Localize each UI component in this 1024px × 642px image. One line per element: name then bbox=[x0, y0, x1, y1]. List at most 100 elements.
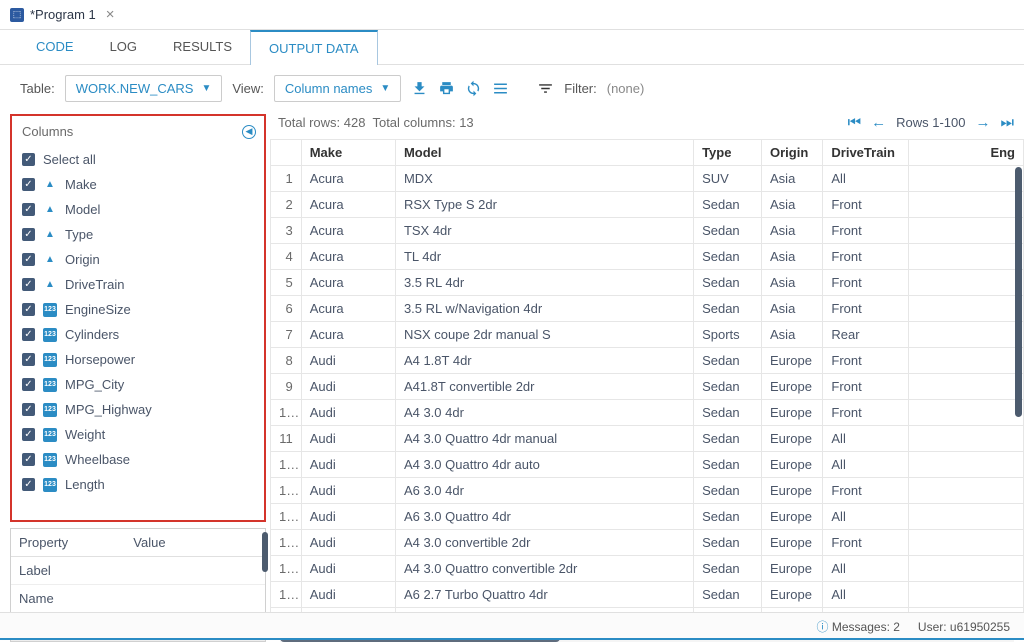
cell-type[interactable]: Sedan bbox=[694, 218, 762, 244]
checkbox[interactable] bbox=[22, 228, 35, 241]
cell-make[interactable]: Audi bbox=[301, 348, 395, 374]
cell-eng[interactable] bbox=[908, 166, 1023, 192]
filter-icon[interactable] bbox=[537, 80, 554, 97]
rownum-header[interactable] bbox=[271, 140, 302, 166]
cell-origin[interactable]: Asia bbox=[762, 270, 823, 296]
cell-eng[interactable] bbox=[908, 504, 1023, 530]
export-icon[interactable] bbox=[411, 80, 428, 97]
property-row[interactable]: Label bbox=[11, 557, 265, 585]
cell-drivetrain[interactable]: Front bbox=[823, 192, 908, 218]
refresh-icon[interactable] bbox=[465, 80, 482, 97]
cell-model[interactable]: 3.5 RL 4dr bbox=[395, 270, 693, 296]
first-page-icon[interactable]: ⏮ bbox=[848, 114, 862, 131]
cell-origin[interactable]: Asia bbox=[762, 296, 823, 322]
cell-type[interactable]: Sedan bbox=[694, 400, 762, 426]
cell-type[interactable]: Sedan bbox=[694, 244, 762, 270]
cell-type[interactable]: Sedan bbox=[694, 556, 762, 582]
column-item[interactable]: 123Weight bbox=[20, 422, 260, 447]
cell-make[interactable]: Audi bbox=[301, 426, 395, 452]
checkbox[interactable] bbox=[22, 403, 35, 416]
cell-eng[interactable] bbox=[908, 556, 1023, 582]
view-select[interactable]: Column names ▼ bbox=[274, 75, 401, 102]
cell-rownum[interactable]: 4 bbox=[271, 244, 302, 270]
checkbox[interactable] bbox=[22, 353, 35, 366]
cell-make[interactable]: Acura bbox=[301, 322, 395, 348]
column-item[interactable]: 123MPG_Highway bbox=[20, 397, 260, 422]
cell-drivetrain[interactable]: All bbox=[823, 426, 908, 452]
tab-code[interactable]: CODE bbox=[18, 30, 92, 64]
cell-origin[interactable]: Europe bbox=[762, 504, 823, 530]
cell-eng[interactable] bbox=[908, 296, 1023, 322]
table-select[interactable]: WORK.NEW_CARS ▼ bbox=[65, 75, 223, 102]
column-item[interactable]: 123Horsepower bbox=[20, 347, 260, 372]
column-item[interactable]: ▲DriveTrain bbox=[20, 272, 260, 297]
cell-origin[interactable]: Europe bbox=[762, 556, 823, 582]
cell-rownum[interactable]: 12 bbox=[271, 452, 302, 478]
checkbox[interactable] bbox=[22, 378, 35, 391]
cell-type[interactable]: Sedan bbox=[694, 296, 762, 322]
cell-rownum[interactable]: 1 bbox=[271, 166, 302, 192]
cell-rownum[interactable]: 15 bbox=[271, 530, 302, 556]
cell-origin[interactable]: Europe bbox=[762, 348, 823, 374]
cell-eng[interactable] bbox=[908, 218, 1023, 244]
cell-model[interactable]: A6 2.7 Turbo Quattro 4dr bbox=[395, 582, 693, 608]
cell-drivetrain[interactable]: Front bbox=[823, 348, 908, 374]
column-item[interactable]: ▲Type bbox=[20, 222, 260, 247]
next-page-icon[interactable]: → bbox=[975, 114, 990, 131]
table-row[interactable]: 2AcuraRSX Type S 2drSedanAsiaFront bbox=[271, 192, 1024, 218]
cell-model[interactable]: 3.5 RL w/Navigation 4dr bbox=[395, 296, 693, 322]
tab-results[interactable]: RESULTS bbox=[155, 30, 250, 64]
cell-type[interactable]: Sedan bbox=[694, 374, 762, 400]
checkbox[interactable] bbox=[22, 178, 35, 191]
cell-origin[interactable]: Europe bbox=[762, 426, 823, 452]
column-item[interactable]: ▲Make bbox=[20, 172, 260, 197]
cell-make[interactable]: Acura bbox=[301, 270, 395, 296]
column-item[interactable]: 123Wheelbase bbox=[20, 447, 260, 472]
cell-drivetrain[interactable]: Front bbox=[823, 400, 908, 426]
cell-type[interactable]: Sedan bbox=[694, 478, 762, 504]
cell-model[interactable]: A4 3.0 4dr bbox=[395, 400, 693, 426]
cell-model[interactable]: MDX bbox=[395, 166, 693, 192]
cell-type[interactable]: Sedan bbox=[694, 192, 762, 218]
col-header-origin[interactable]: Origin bbox=[762, 140, 823, 166]
tab-log[interactable]: LOG bbox=[92, 30, 155, 64]
table-row[interactable]: 7AcuraNSX coupe 2dr manual SSportsAsiaRe… bbox=[271, 322, 1024, 348]
checkbox[interactable] bbox=[22, 203, 35, 216]
cell-type[interactable]: Sedan bbox=[694, 452, 762, 478]
table-row[interactable]: 17AudiA6 2.7 Turbo Quattro 4drSedanEurop… bbox=[271, 582, 1024, 608]
cell-drivetrain[interactable]: Front bbox=[823, 244, 908, 270]
cell-model[interactable]: NSX coupe 2dr manual S bbox=[395, 322, 693, 348]
cell-origin[interactable]: Europe bbox=[762, 478, 823, 504]
cell-type[interactable]: SUV bbox=[694, 166, 762, 192]
collapse-columns-icon[interactable]: ◀ bbox=[242, 125, 256, 139]
cell-model[interactable]: TL 4dr bbox=[395, 244, 693, 270]
table-row[interactable]: 6Acura3.5 RL w/Navigation 4drSedanAsiaFr… bbox=[271, 296, 1024, 322]
cell-eng[interactable] bbox=[908, 478, 1023, 504]
col-header-model[interactable]: Model bbox=[395, 140, 693, 166]
cell-rownum[interactable]: 14 bbox=[271, 504, 302, 530]
cell-drivetrain[interactable]: Front bbox=[823, 374, 908, 400]
checkbox[interactable] bbox=[22, 303, 35, 316]
cell-make[interactable]: Acura bbox=[301, 218, 395, 244]
cell-make[interactable]: Audi bbox=[301, 556, 395, 582]
cell-origin[interactable]: Europe bbox=[762, 530, 823, 556]
cell-make[interactable]: Acura bbox=[301, 192, 395, 218]
cell-model[interactable]: RSX Type S 2dr bbox=[395, 192, 693, 218]
cell-make[interactable]: Audi bbox=[301, 478, 395, 504]
col-header-eng[interactable]: Eng bbox=[908, 140, 1023, 166]
cell-drivetrain[interactable]: Front bbox=[823, 270, 908, 296]
cell-drivetrain[interactable]: All bbox=[823, 582, 908, 608]
table-row[interactable]: 3AcuraTSX 4drSedanAsiaFront bbox=[271, 218, 1024, 244]
checkbox-select-all[interactable] bbox=[22, 153, 35, 166]
program-tab[interactable]: ⬚ *Program 1 × bbox=[0, 0, 1024, 30]
property-row[interactable]: Name bbox=[11, 585, 265, 613]
checkbox[interactable] bbox=[22, 478, 35, 491]
cell-eng[interactable] bbox=[908, 400, 1023, 426]
cell-rownum[interactable]: 17 bbox=[271, 582, 302, 608]
cell-rownum[interactable]: 11 bbox=[271, 426, 302, 452]
table-row[interactable]: 14AudiA6 3.0 Quattro 4drSedanEuropeAll bbox=[271, 504, 1024, 530]
cell-eng[interactable] bbox=[908, 582, 1023, 608]
table-row[interactable]: 4AcuraTL 4drSedanAsiaFront bbox=[271, 244, 1024, 270]
cell-eng[interactable] bbox=[908, 270, 1023, 296]
column-item[interactable]: ▲Origin bbox=[20, 247, 260, 272]
